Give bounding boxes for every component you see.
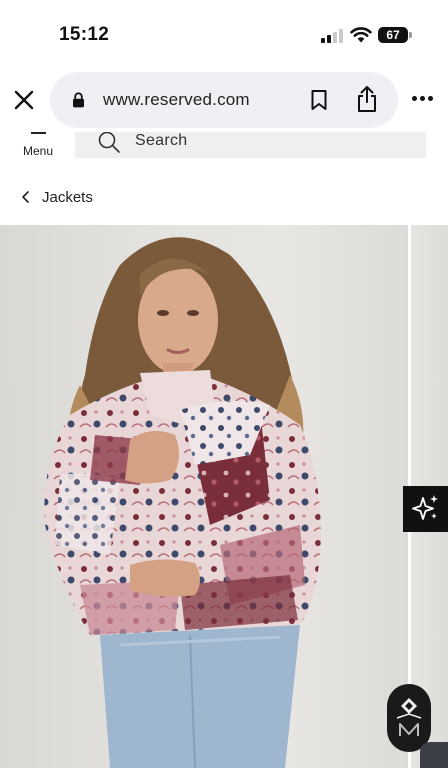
breadcrumb[interactable]: Jackets [20, 186, 93, 208]
search-icon [98, 132, 120, 153]
status-time: 15:12 [59, 24, 110, 45]
browser-toolbar: www.reserved.com [0, 64, 448, 132]
battery-indicator: 67 [378, 27, 408, 43]
more-options-icon[interactable] [412, 96, 434, 102]
search-placeholder: Search [135, 132, 188, 149]
cellular-signal-icon [321, 29, 343, 43]
battery-tip [409, 32, 412, 38]
model-illustration [44, 237, 321, 768]
sparkles-icon [412, 495, 438, 520]
close-icon[interactable] [12, 88, 36, 112]
breadcrumb-label: Jackets [42, 188, 93, 206]
hamburger-icon [31, 132, 46, 134]
bookmark-icon[interactable] [310, 89, 328, 111]
visual-search-button[interactable] [403, 486, 448, 532]
brand-badge[interactable] [387, 684, 431, 752]
search-input[interactable]: Search [75, 132, 426, 158]
lock-icon [73, 92, 84, 108]
product-photo[interactable] [0, 225, 408, 768]
site-header: Menu Search [0, 132, 448, 170]
chevron-left-icon [22, 191, 29, 203]
product-gallery[interactable] [0, 225, 448, 768]
share-icon[interactable] [356, 85, 378, 113]
status-bar: 15:12 67 [0, 0, 448, 64]
url-text: www.reserved.com [103, 90, 250, 109]
brand-logo-icon [396, 698, 422, 736]
tab-switcher-preview[interactable] [420, 742, 448, 768]
wifi-icon [350, 27, 372, 43]
menu-button[interactable]: Menu [18, 132, 58, 166]
address-bar[interactable]: www.reserved.com [50, 72, 398, 128]
menu-label: Menu [22, 144, 54, 158]
